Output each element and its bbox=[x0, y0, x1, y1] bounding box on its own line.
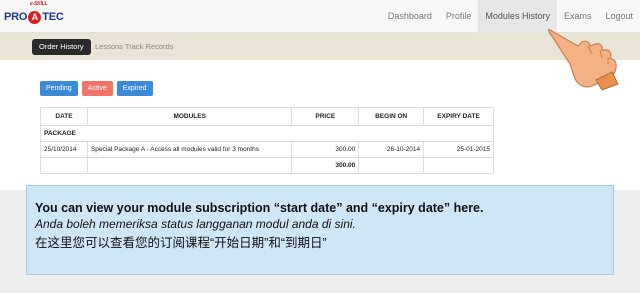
tab-lessons-track-records[interactable]: Lessons Track Records bbox=[88, 39, 180, 55]
nav-modules-history[interactable]: Modules History bbox=[478, 0, 557, 33]
caption-chinese: 在这里您可以查看您的订阅课程“开始日期”和“到期日” bbox=[35, 236, 327, 250]
col-modules: MODULES bbox=[86, 107, 293, 126]
cell-expiry-date: 25-01-2015 bbox=[423, 141, 494, 158]
cell-total: 300.00 bbox=[291, 157, 360, 174]
total-empty-cell bbox=[86, 157, 293, 174]
instruction-caption: You can view your module subscription “s… bbox=[26, 185, 614, 275]
total-empty-cell bbox=[40, 157, 88, 174]
filter-expired-button[interactable]: Expired bbox=[116, 81, 153, 96]
protec-logo[interactable]: e-SKILL PRO A TEC bbox=[4, 1, 64, 26]
section-package-label: PACKAGE bbox=[40, 125, 494, 142]
logo-tagline: e-SKILL bbox=[30, 1, 48, 7]
filter-pending-button[interactable]: Pending bbox=[40, 81, 78, 96]
nav-dashboard[interactable]: Dashboard bbox=[381, 0, 439, 33]
cell-price: 300.00 bbox=[291, 141, 360, 158]
status-filters: Pending Active Expired bbox=[40, 81, 153, 96]
filter-active-button[interactable]: Active bbox=[81, 81, 113, 96]
caption-malay: Anda boleh memeriksa status langganan mo… bbox=[35, 217, 356, 231]
total-empty-cell bbox=[423, 157, 494, 174]
col-begin-on: BEGIN ON bbox=[358, 107, 425, 126]
logo-text-tec: TEC bbox=[42, 11, 64, 23]
cell-begin-on: 26-10-2014 bbox=[358, 141, 425, 158]
tab-order-history[interactable]: Order History bbox=[32, 39, 91, 55]
page: e-SKILL PRO A TEC Dashboard Profile Modu… bbox=[0, 0, 640, 293]
col-date: DATE bbox=[40, 107, 88, 126]
order-table: DATE MODULES PRICE BEGIN ON EXPIRY DATE … bbox=[40, 107, 494, 174]
top-navbar: e-SKILL PRO A TEC Dashboard Profile Modu… bbox=[0, 0, 640, 33]
order-history-panel: Pending Active Expired DATE MODULES PRIC… bbox=[32, 70, 592, 188]
caption-english: You can view your module subscription “s… bbox=[35, 201, 484, 215]
cell-date: 25/10/2014 bbox=[40, 141, 88, 158]
pointing-hand-icon bbox=[548, 28, 619, 90]
col-expiry-date: EXPIRY DATE bbox=[423, 107, 494, 126]
cell-module: Special Package A - Access all modules v… bbox=[86, 141, 293, 158]
col-price: PRICE bbox=[291, 107, 360, 126]
table-section-row: PACKAGE bbox=[40, 125, 494, 142]
logo-text-pro: PRO bbox=[4, 11, 28, 23]
table-header-row: DATE MODULES PRICE BEGIN ON EXPIRY DATE bbox=[40, 107, 494, 126]
table-total-row: 300.00 bbox=[40, 157, 494, 174]
nav-profile[interactable]: Profile bbox=[439, 0, 479, 33]
logo-text-a: A bbox=[28, 10, 42, 24]
total-empty-cell bbox=[358, 157, 425, 174]
table-row: 25/10/2014 Special Package A - Access al… bbox=[40, 141, 494, 158]
sub-navbar: Order History Lessons Track Records bbox=[0, 33, 640, 60]
